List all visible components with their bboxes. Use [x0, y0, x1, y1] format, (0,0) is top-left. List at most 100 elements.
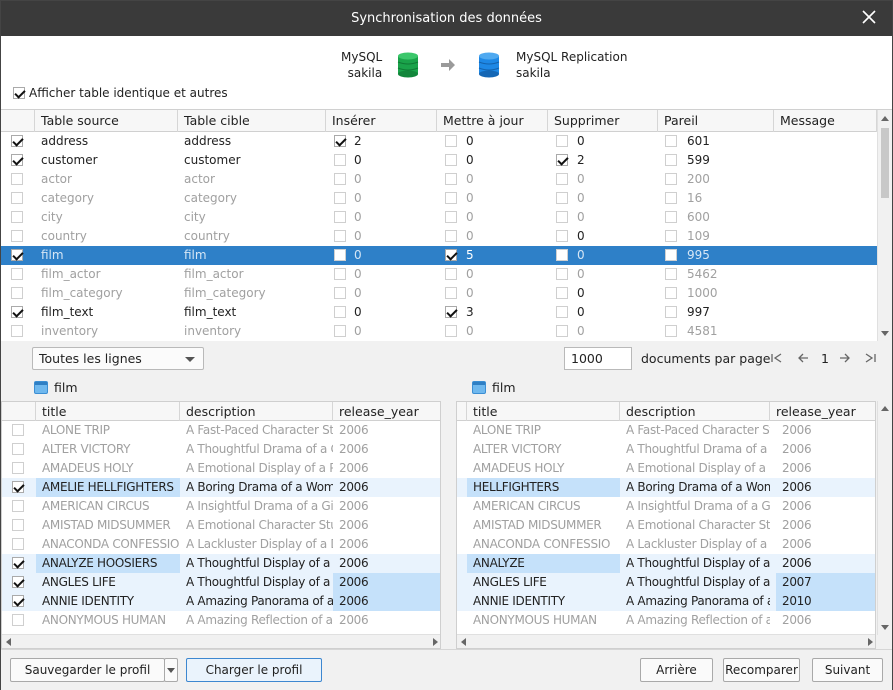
identical-checkbox[interactable]	[665, 211, 677, 223]
identical-checkbox[interactable]	[665, 249, 677, 261]
scroll-left-icon[interactable]	[461, 638, 467, 646]
table-row[interactable]: address address 2 0 0 601	[1, 132, 877, 151]
identical-checkbox[interactable]	[665, 268, 677, 280]
delete-checkbox[interactable]	[556, 268, 568, 280]
delete-checkbox[interactable]	[556, 211, 568, 223]
delete-checkbox[interactable]	[556, 325, 568, 337]
scroll-down-icon[interactable]	[881, 625, 889, 630]
update-checkbox[interactable]	[445, 306, 457, 318]
record-row[interactable]: AMELIE HELLFIGHTERS A Boring Drama of a W…	[2, 478, 440, 497]
update-checkbox[interactable]	[445, 154, 457, 166]
update-checkbox[interactable]	[445, 192, 457, 204]
delete-checkbox[interactable]	[556, 249, 568, 261]
record-select-checkbox[interactable]	[12, 519, 24, 531]
back-button[interactable]: Arrière	[640, 658, 713, 682]
record-row[interactable]: ANGLES LIFE A Thoughtful Display of a W 20…	[2, 573, 440, 592]
table-grid-scrollbar[interactable]	[877, 110, 892, 341]
column-header-source[interactable]: Table source	[35, 110, 178, 132]
record-select-checkbox[interactable]	[12, 595, 24, 607]
record-row[interactable]: ANNIE IDENTITY A Amazing Panorama of a P2…	[457, 592, 875, 611]
insert-checkbox[interactable]	[334, 135, 346, 147]
record-row[interactable]: ANONYMOUS HUMAN A Amazing Reflection of a…	[457, 611, 875, 630]
record-row[interactable]: ALONE TRIP A Fast-Paced Character Stuc 200…	[457, 421, 875, 440]
record-row[interactable]: AMISTAD MIDSUMMER A Emotional Character S…	[457, 516, 875, 535]
table-row[interactable]: film_text film_text 0 3 0 997	[1, 303, 877, 322]
row-select-checkbox[interactable]	[11, 325, 23, 337]
record-row[interactable]: ANNIE IDENTITY A Amazing Panorama of a P2…	[2, 592, 440, 611]
scroll-right-icon[interactable]	[867, 638, 873, 646]
first-page-icon[interactable]	[771, 353, 783, 363]
row-select-checkbox[interactable]	[11, 154, 23, 166]
record-row[interactable]: ANACONDA CONFESSIO A Lackluster Display o…	[457, 535, 875, 554]
column-header-delete[interactable]: Supprimer	[548, 110, 658, 132]
delete-checkbox[interactable]	[556, 192, 568, 204]
source-horizontal-scrollbar[interactable]	[2, 634, 440, 648]
column-header-identical[interactable]: Pareil	[658, 110, 774, 132]
record-row[interactable]: ANGLES LIFE A Thoughtful Display of a W 20…	[457, 573, 875, 592]
record-row[interactable]: AMERICAN CIRCUS A Insightful Drama of a G…	[2, 497, 440, 516]
column-header-target[interactable]: Table cible	[178, 110, 326, 132]
identical-checkbox[interactable]	[665, 135, 677, 147]
column-header-release-year[interactable]: release_year	[770, 402, 875, 421]
insert-checkbox[interactable]	[334, 325, 346, 337]
record-row[interactable]: AMADEUS HOLY A Emotional Display of a Pic…	[2, 459, 440, 478]
row-select-checkbox[interactable]	[11, 306, 23, 318]
record-select-checkbox[interactable]	[12, 462, 24, 474]
scroll-down-icon[interactable]	[881, 331, 889, 336]
delete-checkbox[interactable]	[556, 154, 568, 166]
table-row[interactable]: inventory inventory 0 0 0 4581	[1, 322, 877, 341]
record-row[interactable]: AMADEUS HOLY A Emotional Display of a Pic…	[457, 459, 875, 478]
record-row[interactable]: ANACONDA CONFESSIO A Lackluster Display o…	[2, 535, 440, 554]
record-row[interactable]: ANALYZE A Thoughtful Display of a E 2006	[457, 554, 875, 573]
identical-checkbox[interactable]	[665, 306, 677, 318]
identical-checkbox[interactable]	[665, 192, 677, 204]
insert-checkbox[interactable]	[334, 306, 346, 318]
next-button[interactable]: Suivant	[812, 658, 883, 682]
row-select-checkbox[interactable]	[11, 192, 23, 204]
column-header-message[interactable]: Message	[774, 110, 877, 132]
save-profile-menu-button[interactable]	[164, 658, 178, 682]
insert-checkbox[interactable]	[334, 192, 346, 204]
last-page-icon[interactable]	[864, 353, 876, 363]
identical-checkbox[interactable]	[665, 154, 677, 166]
delete-checkbox[interactable]	[556, 287, 568, 299]
close-icon[interactable]	[860, 8, 878, 26]
record-row[interactable]: HELLFIGHTERS A Boring Drama of a Woma 2006	[457, 478, 875, 497]
row-select-checkbox[interactable]	[11, 173, 23, 185]
table-row[interactable]: country country 0 0 0 109	[1, 227, 877, 246]
scroll-left-icon[interactable]	[6, 638, 12, 646]
column-header-title[interactable]: title	[36, 402, 180, 421]
table-row[interactable]: film_category film_category 0 0 0 1000	[1, 284, 877, 303]
column-header-update[interactable]: Mettre à jour	[437, 110, 548, 132]
show-identical-option[interactable]: Afficher table identique et autres	[13, 86, 228, 100]
record-row[interactable]: AMISTAD MIDSUMMER A Emotional Character S…	[2, 516, 440, 535]
update-checkbox[interactable]	[445, 230, 457, 242]
insert-checkbox[interactable]	[334, 287, 346, 299]
table-row[interactable]: city city 0 0 0 600	[1, 208, 877, 227]
record-select-checkbox[interactable]	[12, 500, 24, 512]
update-checkbox[interactable]	[445, 173, 457, 185]
load-profile-button[interactable]: Charger le profil	[186, 658, 322, 682]
table-row[interactable]: film film 0 5 0 995	[1, 246, 877, 265]
save-profile-button[interactable]: Sauvegarder le profil	[10, 658, 165, 682]
insert-checkbox[interactable]	[334, 211, 346, 223]
table-row[interactable]: actor actor 0 0 0 200	[1, 170, 877, 189]
row-select-checkbox[interactable]	[11, 268, 23, 280]
row-select-checkbox[interactable]	[11, 135, 23, 147]
record-row[interactable]: ALTER VICTORY A Thoughtful Drama of a Cc 2…	[2, 440, 440, 459]
scroll-right-icon[interactable]	[432, 638, 438, 646]
record-select-checkbox[interactable]	[12, 538, 24, 550]
record-row[interactable]: ANALYZE HOOSIERS A Thoughtful Display of …	[2, 554, 440, 573]
identical-checkbox[interactable]	[665, 230, 677, 242]
column-header-description[interactable]: description	[180, 402, 333, 421]
update-checkbox[interactable]	[445, 325, 457, 337]
record-select-checkbox[interactable]	[12, 424, 24, 436]
column-header-release-year[interactable]: release_year	[333, 402, 440, 421]
insert-checkbox[interactable]	[334, 249, 346, 261]
record-row[interactable]: ANONYMOUS HUMAN A Amazing Reflection of a…	[2, 611, 440, 630]
table-row[interactable]: customer customer 0 0 2 599	[1, 151, 877, 170]
insert-checkbox[interactable]	[334, 173, 346, 185]
page-size-input[interactable]: 1000	[564, 347, 632, 370]
table-row[interactable]: film_actor film_actor 0 0 0 5462	[1, 265, 877, 284]
insert-checkbox[interactable]	[334, 230, 346, 242]
